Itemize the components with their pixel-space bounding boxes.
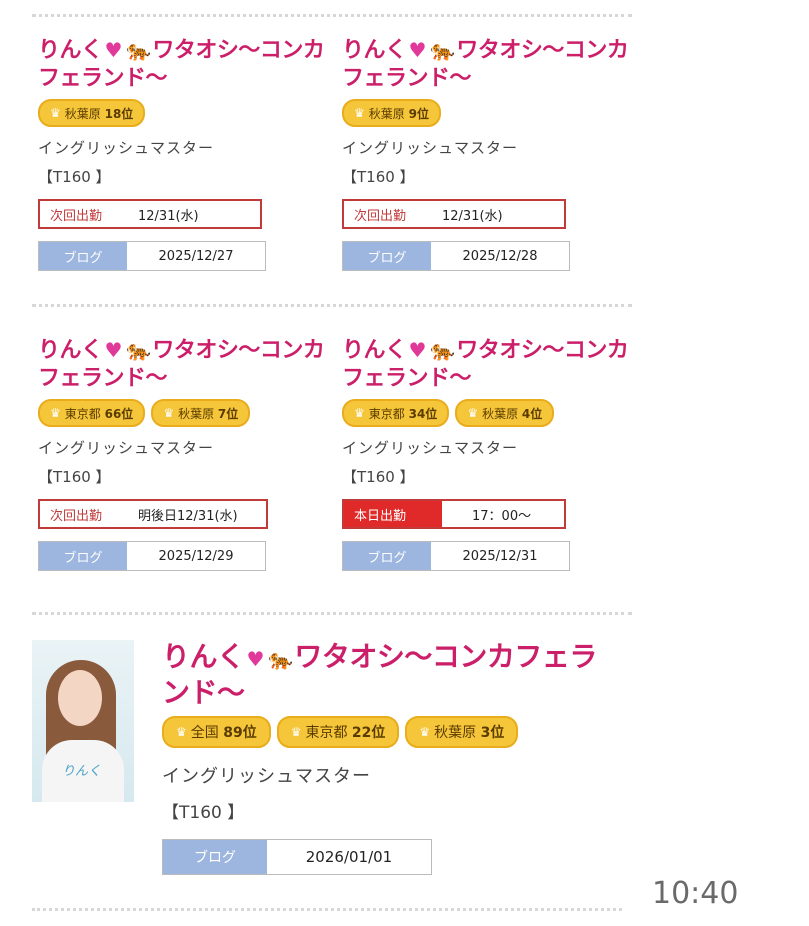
size-info: 【T160 】 [342,468,415,486]
schedule-label: 次回出勤 [50,508,103,524]
heart-icon: ♥ [408,38,427,62]
shop-name: イングリッシュマスター [342,439,519,457]
cast-name[interactable]: りんく ♥ 🐅ワタオシ〜コンカフェランド〜 [38,336,338,393]
size-info: 【T160 】 [38,168,111,186]
rank-badge: ♛ 秋葉原 18位 [38,99,146,127]
rank-badges: ♛ 東京都 66位 ♛ 秋葉原 7位 [38,399,338,427]
cast-name[interactable]: りんく ♥ 🐅ワタオシ〜コンカフェランド〜 [38,36,338,93]
heart-icon: ♥ [408,338,427,362]
photo-caption: りんく [62,764,102,779]
schedule-label: 次回出勤 [50,208,103,224]
schedule-box-today: 本日出勤 17：00〜 [342,499,566,529]
schedule-value: 明後日12/31(水) [138,508,238,524]
featured-cast-card[interactable]: りんく ♥ 🐅ワタオシ〜コンカフェランド〜 ♛ 全国 89位 ♛ 東京都 22位 ♛ 秋葉… [162,640,622,875]
schedule-box: 次回出勤 明後日12/31(水) [38,499,268,529]
cast-name[interactable]: りんく ♥ 🐅ワタオシ〜コンカフェランド〜 [342,336,642,393]
blog-date: 2025/12/28 [462,248,538,264]
rank-badges: ♛ 全国 89位 ♛ 東京都 22位 ♛ 秋葉原 3位 [162,716,622,748]
size-info: 【T160 】 [38,468,111,486]
shop-name: イングリッシュマスター [38,439,215,457]
blog-link[interactable]: ブログ 2025/12/28 [342,241,570,271]
shop-name: イングリッシュマスター [38,139,215,157]
cast-card[interactable]: りんく ♥ 🐅ワタオシ〜コンカフェランド〜 ♛ 東京都 66位 ♛ 秋葉原 7位 イング… [38,336,338,571]
blog-label: ブログ [343,542,431,570]
cast-card[interactable]: りんく ♥ 🐅ワタオシ〜コンカフェランド〜 ♛ 秋葉原 18位 イングリッシュマスター… [38,36,338,271]
rank-badge: ♛ 全国 89位 [162,716,271,748]
shop-name: イングリッシュマスター [342,139,519,157]
shop-name: イングリッシュマスター [162,766,371,787]
cast-name[interactable]: りんく ♥ 🐅ワタオシ〜コンカフェランド〜 [342,36,642,93]
heart-icon: ♥ [246,647,265,671]
heart-icon: ♥ [104,38,123,62]
tiger-icon: 🐅 [429,338,455,362]
blog-date: 2026/01/01 [305,848,393,866]
blog-link[interactable]: ブログ 2025/12/29 [38,541,266,571]
rank-badges: ♛ 東京都 34位 ♛ 秋葉原 4位 [342,399,642,427]
blog-label: ブログ [39,542,127,570]
rank-badge: ♛ 秋葉原 4位 [455,399,555,427]
blog-date: 2025/12/29 [158,548,234,564]
schedule-value: 12/31(水) [442,208,503,224]
divider [32,612,632,615]
schedule-box: 次回出勤 12/31(水) [342,199,566,229]
blog-link[interactable]: ブログ 2025/12/27 [38,241,266,271]
cast-photo[interactable]: りんく [32,640,134,802]
divider [32,304,632,307]
schedule-box: 次回出勤 12/31(水) [38,199,262,229]
tiger-icon: 🐅 [125,338,151,362]
schedule-label: 本日出勤 [344,501,442,527]
crown-icon: ♛ [354,406,365,420]
cast-card[interactable]: りんく ♥ 🐅ワタオシ〜コンカフェランド〜 ♛ 東京都 34位 ♛ 秋葉原 4位 イング… [342,336,642,571]
schedule-value: 12/31(水) [138,208,199,224]
rank-badge: ♛ 秋葉原 7位 [151,399,251,427]
crown-icon: ♛ [354,106,365,120]
crown-icon: ♛ [290,725,302,739]
rank-badge: ♛ 東京都 66位 [38,399,146,427]
rank-badges: ♛ 秋葉原 9位 [342,99,642,127]
blog-label: ブログ [39,242,127,270]
crown-icon: ♛ [50,106,61,120]
divider [32,908,622,911]
schedule-label: 次回出勤 [354,208,407,224]
rank-badge: ♛ 東京都 34位 [342,399,450,427]
blog-link[interactable]: ブログ 2025/12/31 [342,541,570,571]
cast-name[interactable]: りんく ♥ 🐅ワタオシ〜コンカフェランド〜 [162,640,622,710]
tiger-icon: 🐅 [267,647,293,671]
status-time: 10:40 [652,876,739,911]
crown-icon: ♛ [419,725,431,739]
photo-face [58,670,102,726]
cast-card[interactable]: りんく ♥ 🐅ワタオシ〜コンカフェランド〜 ♛ 秋葉原 9位 イングリッシュマスター … [342,36,642,271]
tiger-icon: 🐅 [429,38,455,62]
crown-icon: ♛ [176,725,187,739]
rank-badge: ♛ 秋葉原 9位 [342,99,441,127]
tiger-icon: 🐅 [125,38,151,62]
blog-link[interactable]: ブログ 2026/01/01 [162,839,432,875]
rank-badges: ♛ 秋葉原 18位 [38,99,338,127]
blog-date: 2025/12/31 [462,548,538,564]
heart-icon: ♥ [104,338,123,362]
blog-label: ブログ [163,840,267,874]
size-info: 【T160 】 [162,803,245,823]
blog-date: 2025/12/27 [158,248,234,264]
crown-icon: ♛ [163,406,175,420]
rank-badge: ♛ 秋葉原 3位 [405,716,519,748]
divider [32,14,632,17]
blog-label: ブログ [343,242,431,270]
crown-icon: ♛ [467,406,479,420]
rank-badge: ♛ 東京都 22位 [276,716,400,748]
schedule-value: 17：00〜 [472,508,532,524]
crown-icon: ♛ [50,406,61,420]
size-info: 【T160 】 [342,168,415,186]
